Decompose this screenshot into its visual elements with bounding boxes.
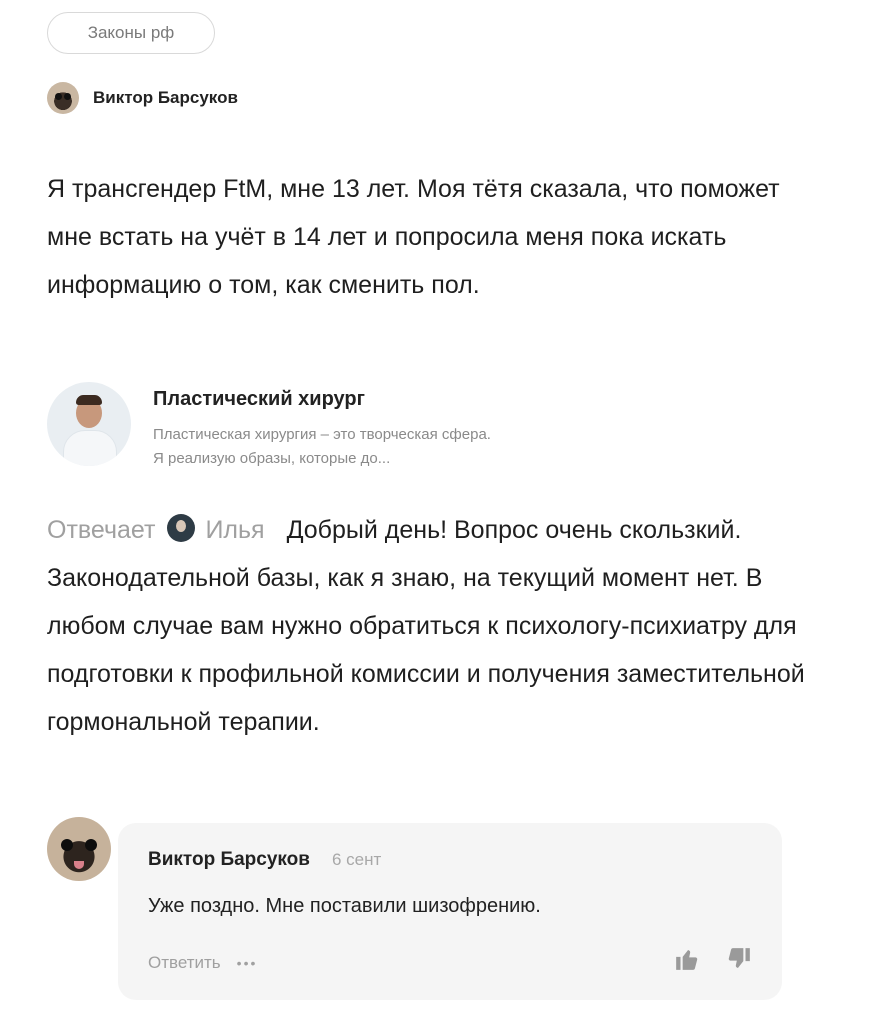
answerer-name[interactable]: Илья	[205, 516, 264, 544]
comment-date: 6 сент	[331, 850, 382, 869]
expert-avatar[interactable]	[47, 382, 131, 466]
answer-prefix: Отвечает	[47, 516, 156, 544]
thumbs-up-icon[interactable]	[674, 946, 700, 979]
more-horizontal-icon[interactable]: •••	[237, 955, 258, 971]
question-author-avatar[interactable]	[47, 82, 79, 114]
comment-card: Виктор Барсуков 6 сент Уже поздно. Мне п…	[118, 823, 782, 1000]
tag-chip[interactable]: Законы рф	[47, 12, 215, 54]
expert-title[interactable]: Пластический хирург	[153, 388, 713, 411]
answerer-avatar[interactable]	[167, 514, 196, 542]
comment-text: Уже поздно. Мне поставили шизофрению.	[148, 895, 541, 917]
expert-bio-line-2: Я реализую образы, которые до...	[153, 450, 391, 467]
question-author[interactable]: Виктор Барсуков	[47, 82, 238, 114]
thumbs-down-icon[interactable]	[726, 946, 752, 979]
reply-button[interactable]: Ответить	[148, 953, 221, 973]
question-author-name[interactable]: Виктор Барсуков	[93, 88, 238, 108]
question-text: Я трансгендер FtM, мне 13 лет. Моя тётя …	[47, 175, 780, 299]
answer-text: Добрый день! Вопрос очень скользкий. Зак…	[47, 516, 805, 736]
expert-card[interactable]: Пластический хирург Пластическая хирурги…	[47, 382, 713, 471]
expert-bio: Пластическая хирургия – это творческая с…	[153, 423, 713, 471]
expert-bio-line-1: Пластическая хирургия – это творческая с…	[153, 426, 491, 443]
comment-author-name[interactable]: Виктор Барсуков	[148, 849, 310, 871]
answer-block: Отвечает Илья Добрый день! Вопрос очень ск…	[47, 506, 807, 746]
comment-author-avatar[interactable]	[47, 817, 111, 881]
